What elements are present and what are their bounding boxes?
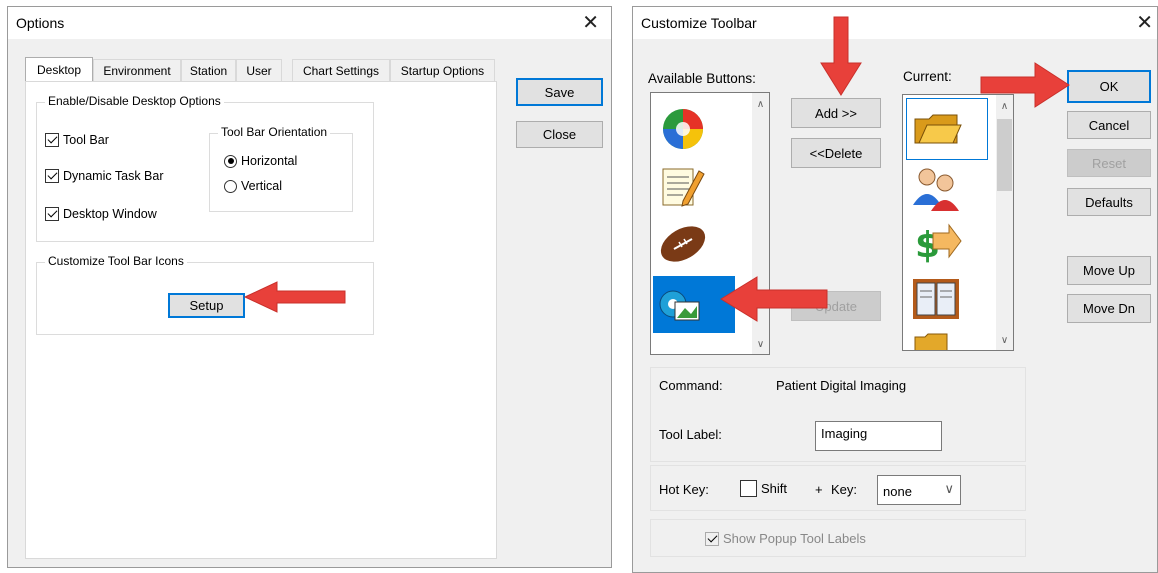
vertical-radio[interactable]: Vertical xyxy=(224,179,282,193)
patients-icon[interactable] xyxy=(911,165,963,213)
hotkey-panel: Hot Key: Shift + Key: none ∨ xyxy=(650,465,1026,511)
checkbox-checked-icon xyxy=(45,207,59,221)
key-label: Key: xyxy=(831,482,858,497)
show-popup-labels-checkbox[interactable]: Show Popup Tool Labels xyxy=(705,531,866,546)
options-title: Options xyxy=(16,15,65,31)
customize-toolbar-window: Customize Toolbar ✕ Available Buttons: C… xyxy=(632,6,1158,573)
color-ball-icon[interactable] xyxy=(658,107,708,151)
hotkey-label: Hot Key: xyxy=(659,482,709,497)
plus-sign: + xyxy=(815,482,823,497)
chevron-down-icon: ∨ xyxy=(944,481,954,496)
scroll-down-icon[interactable]: ∨ xyxy=(996,335,1013,346)
desktop-options-group: Enable/Disable Desktop Options Tool Bar … xyxy=(36,94,374,242)
open-folder-icon[interactable] xyxy=(913,109,963,149)
tab-desktop[interactable]: Desktop xyxy=(25,57,93,81)
desktop-window-checkbox-label: Desktop Window xyxy=(63,207,157,221)
dynamic-taskbar-checkbox[interactable]: Dynamic Task Bar xyxy=(45,169,164,183)
checkbox-checked-icon xyxy=(45,169,59,183)
checkbox-checked-icon xyxy=(45,133,59,147)
command-details-panel: Command: Patient Digital Imaging Tool La… xyxy=(650,367,1026,462)
toolbar-checkbox-label: Tool Bar xyxy=(63,133,109,147)
tab-label: Desktop xyxy=(36,62,82,77)
radio-selected-icon xyxy=(224,154,237,168)
pointer-arrow-add xyxy=(820,16,862,96)
football-icon[interactable] xyxy=(657,221,709,267)
customize-titlebar: Customize Toolbar ✕ xyxy=(633,7,1157,39)
checkbox-unchecked-icon xyxy=(740,480,757,497)
dynamic-taskbar-checkbox-label: Dynamic Task Bar xyxy=(63,169,164,183)
tab-label: Environment xyxy=(103,63,171,78)
shift-checkbox[interactable]: Shift xyxy=(740,480,787,497)
tool-label-input[interactable]: Imaging xyxy=(815,421,942,451)
book-icon[interactable] xyxy=(911,277,961,321)
scroll-up-icon[interactable]: ∧ xyxy=(752,99,769,110)
vertical-radio-label: Vertical xyxy=(241,179,282,193)
tab-station[interactable]: Station xyxy=(181,59,236,81)
desktop-options-group-label: Enable/Disable Desktop Options xyxy=(45,94,224,108)
options-close-icon[interactable]: ✕ xyxy=(582,10,599,35)
checkbox-checked-disabled-icon xyxy=(705,531,719,546)
add-button[interactable]: Add >> xyxy=(791,98,881,128)
customize-icons-group-label: Customize Tool Bar Icons xyxy=(45,254,187,268)
move-down-button[interactable]: Move Dn xyxy=(1067,294,1151,323)
save-button[interactable]: Save xyxy=(516,78,603,106)
cancel-button[interactable]: Cancel xyxy=(1067,111,1151,139)
scroll-down-icon[interactable]: ∨ xyxy=(752,339,769,350)
current-buttons-list[interactable]: $ ∧ ∨ xyxy=(902,94,1014,351)
notepad-pencil-icon[interactable] xyxy=(659,165,707,209)
setup-button[interactable]: Setup xyxy=(168,293,245,318)
desktop-window-checkbox[interactable]: Desktop Window xyxy=(45,207,157,221)
available-buttons-label: Available Buttons: xyxy=(648,71,756,86)
tab-label: Station xyxy=(189,63,228,78)
pointer-arrow-setup xyxy=(243,281,346,313)
orientation-group-label: Tool Bar Orientation xyxy=(218,125,331,139)
shift-checkbox-label: Shift xyxy=(761,481,788,496)
desktop-tab-panel: Enable/Disable Desktop Options Tool Bar … xyxy=(25,81,497,559)
popup-labels-row: Show Popup Tool Labels xyxy=(650,519,1026,557)
digital-imaging-icon xyxy=(659,290,700,321)
options-titlebar: Options ✕ xyxy=(8,7,611,39)
ok-button[interactable]: OK xyxy=(1067,70,1151,103)
tab-label: Startup Options xyxy=(400,63,485,78)
tab-label: Chart Settings xyxy=(302,63,380,78)
horizontal-radio[interactable]: Horizontal xyxy=(224,154,297,168)
customize-title: Customize Toolbar xyxy=(641,15,757,31)
current-label: Current: xyxy=(903,69,952,84)
tab-user[interactable]: User xyxy=(236,59,282,81)
move-up-button[interactable]: Move Up xyxy=(1067,256,1151,285)
tab-chart-settings[interactable]: Chart Settings xyxy=(292,59,390,81)
radio-unselected-icon xyxy=(224,179,237,193)
tab-environment[interactable]: Environment xyxy=(93,59,181,81)
tool-label-input-value: Imaging xyxy=(821,426,868,441)
tab-startup-options[interactable]: Startup Options xyxy=(390,59,495,81)
command-label: Command: xyxy=(659,378,723,393)
tool-label-caption: Tool Label: xyxy=(659,427,722,442)
command-value: Patient Digital Imaging xyxy=(776,378,907,393)
current-list-scrollbar[interactable]: ∧ ∨ xyxy=(996,95,1013,350)
reset-button[interactable]: Reset xyxy=(1067,149,1151,177)
close-button[interactable]: Close xyxy=(516,121,603,148)
money-arrow-icon[interactable]: $ xyxy=(911,221,963,265)
tab-label: User xyxy=(246,63,272,78)
pointer-arrow-imaging xyxy=(720,276,828,322)
key-select-value: none xyxy=(883,484,912,499)
orientation-group: Tool Bar Orientation Horizontal Vertical xyxy=(209,125,353,212)
scroll-thumb[interactable] xyxy=(997,119,1012,191)
horizontal-radio-label: Horizontal xyxy=(241,154,298,168)
key-select[interactable]: none ∨ xyxy=(877,475,961,505)
folder-icon[interactable] xyxy=(913,333,953,351)
delete-button[interactable]: <<Delete xyxy=(791,138,881,168)
pointer-arrow-ok xyxy=(980,62,1070,108)
customize-close-icon[interactable]: ✕ xyxy=(1136,10,1153,35)
show-popup-labels-label: Show Popup Tool Labels xyxy=(723,531,866,546)
options-tabs: Desktop Environment Station User Chart S… xyxy=(25,57,495,83)
defaults-button[interactable]: Defaults xyxy=(1067,188,1151,216)
toolbar-checkbox[interactable]: Tool Bar xyxy=(45,133,109,147)
